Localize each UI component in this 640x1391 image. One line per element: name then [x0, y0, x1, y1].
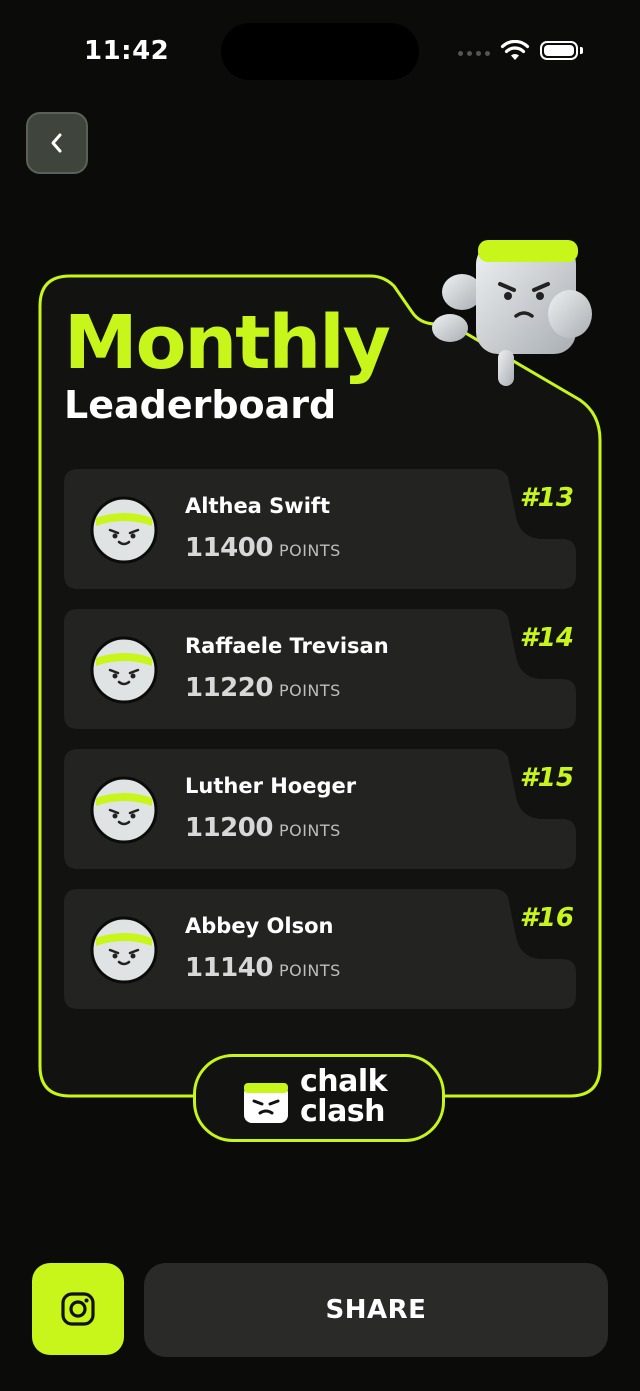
battery-icon [540, 41, 578, 60]
leaderboard-row[interactable]: Luther Hoeger 11200 POINTS #15 [64, 749, 576, 869]
signal-icon [458, 51, 490, 56]
instagram-button[interactable] [32, 1263, 124, 1355]
status-icons [458, 38, 588, 68]
dynamic-island [221, 23, 419, 80]
logo-text: chalk clash [300, 1064, 388, 1129]
leaderboard-row[interactable]: Abbey Olson 11140 POINTS #16 [64, 889, 576, 1009]
chalk-mascot-image [432, 240, 592, 386]
rank-badge: #14 [519, 623, 574, 653]
rank-badge: #13 [519, 483, 574, 513]
chevron-left-icon [51, 133, 62, 153]
leaderboard-row[interactable]: Raffaele Trevisan 11220 POINTS #14 [64, 609, 576, 729]
logo-mascot-icon [244, 1083, 288, 1123]
player-name: Luther Hoeger [185, 774, 357, 798]
avatar [90, 776, 158, 844]
player-points: 11220 POINTS [185, 673, 341, 703]
title-monthly: Monthly [64, 300, 391, 386]
back-button[interactable] [26, 112, 88, 174]
avatar [90, 916, 158, 984]
avatar [90, 496, 158, 564]
wifi-icon [500, 40, 530, 60]
player-name: Althea Swift [185, 494, 331, 518]
instagram-icon [61, 1292, 95, 1326]
avatar [90, 636, 158, 704]
player-name: Raffaele Trevisan [185, 634, 389, 658]
player-points: 11200 POINTS [185, 813, 341, 843]
rank-badge: #15 [519, 763, 574, 793]
player-points: 11140 POINTS [185, 953, 341, 983]
leaderboard-row[interactable]: Althea Swift 11400 POINTS #13 [64, 469, 576, 589]
rank-badge: #16 [519, 903, 574, 933]
chalk-clash-logo: chalk clash [193, 1054, 445, 1142]
player-points: 11400 POINTS [185, 533, 341, 563]
title-leaderboard: Leaderboard [64, 383, 337, 427]
player-name: Abbey Olson [185, 914, 334, 938]
status-time: 11:42 [84, 36, 170, 66]
share-button[interactable]: SHARE [144, 1263, 608, 1357]
